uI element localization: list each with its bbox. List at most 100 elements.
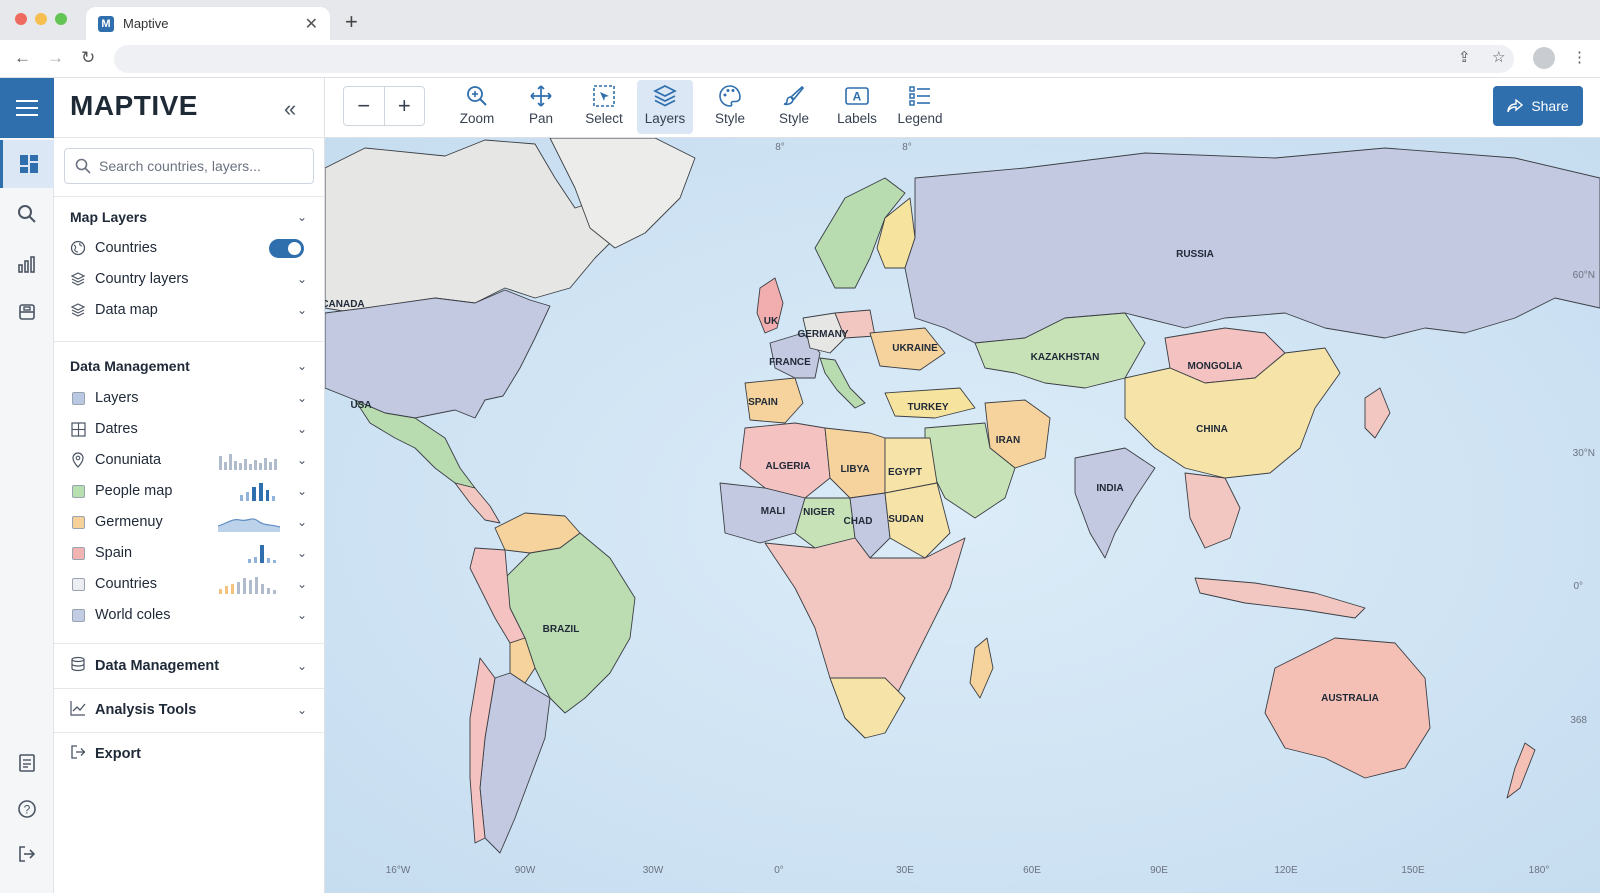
- country-russia[interactable]: [904, 147, 1600, 344]
- data-management-section[interactable]: Data Management ⌄: [70, 653, 310, 679]
- chevron-down-icon[interactable]: ⌄: [294, 608, 310, 622]
- divider: [54, 688, 325, 689]
- bookmark-star-icon[interactable]: ☆: [1492, 48, 1505, 66]
- dm-item-label: Datres: [95, 421, 138, 437]
- chevron-down-icon[interactable]: ⌄: [294, 272, 310, 286]
- dm-item-layers[interactable]: Layers ⌄: [70, 385, 310, 411]
- legend-icon: [909, 86, 930, 106]
- browser-menu-icon[interactable]: ⋮: [1572, 48, 1587, 66]
- browser-chrome: M Maptive ✕ + ← → ↻ ⇪ ☆ ⋮: [0, 0, 1600, 78]
- collapse-panel-icon[interactable]: «: [284, 96, 296, 122]
- swatch: [71, 515, 85, 529]
- saved-maps-icon[interactable]: [0, 288, 54, 336]
- tool-zoom[interactable]: Zoom: [448, 80, 506, 134]
- share-page-icon[interactable]: ⇪: [1458, 48, 1471, 66]
- dm-item-conuniata[interactable]: Conuniata ⌄: [70, 447, 310, 473]
- chevron-down-icon: ⌄: [296, 659, 308, 673]
- grid-icon: [70, 421, 86, 437]
- close-tab-icon[interactable]: ✕: [305, 14, 318, 34]
- dm-item-people-map[interactable]: People map ⌄: [70, 478, 310, 504]
- dm-item-countries[interactable]: Countries ⌄: [70, 571, 310, 597]
- chevron-down-icon[interactable]: ⌄: [294, 546, 310, 560]
- divider: [54, 137, 325, 138]
- address-bar[interactable]: [114, 45, 1514, 73]
- select-icon: [593, 85, 615, 107]
- address-row: ← → ↻ ⇪ ☆ ⋮: [0, 40, 1600, 78]
- dashboard-icon[interactable]: [0, 140, 54, 188]
- back-arrow-icon[interactable]: ←: [14, 48, 31, 68]
- dm-item-germenuy[interactable]: Germenuy ⌄: [70, 509, 310, 535]
- minimize-window-button[interactable]: [35, 13, 47, 25]
- export-button[interactable]: Export: [70, 741, 310, 767]
- dm-item-spain[interactable]: Spain ⌄: [70, 540, 310, 566]
- tool-pan[interactable]: Pan: [512, 80, 570, 134]
- label-turkey: TURKEY: [907, 402, 948, 413]
- bar-chart-icon[interactable]: [0, 240, 54, 288]
- zoom-in-button[interactable]: +: [385, 87, 425, 125]
- chevron-down-icon[interactable]: ⌄: [294, 484, 310, 498]
- layer-country-layers[interactable]: Country layers ⌄: [70, 266, 310, 292]
- lon-label: 16°W: [386, 865, 411, 876]
- share-label: Share: [1531, 98, 1569, 114]
- dm-item-label: Countries: [95, 576, 158, 592]
- search-field[interactable]: [64, 148, 314, 184]
- label-usa: USA: [350, 400, 371, 411]
- label-brazil: BRAZIL: [543, 624, 580, 635]
- search-icon[interactable]: [0, 190, 54, 238]
- brand-logo: MAPTIVE: [70, 90, 198, 121]
- label-canada: CANADA: [325, 299, 365, 310]
- label-france: FRANCE: [769, 357, 811, 368]
- lat-label: 0°: [1573, 581, 1583, 592]
- zoom-out-button[interactable]: −: [344, 87, 385, 125]
- browser-tab[interactable]: M Maptive ✕: [86, 7, 330, 40]
- tool-label: Pan: [528, 111, 554, 126]
- swatch: [71, 546, 85, 560]
- dm-item-world-coles[interactable]: World coles ⌄: [70, 602, 310, 628]
- report-icon[interactable]: [0, 739, 54, 787]
- layer-data-map[interactable]: Data map ⌄: [70, 297, 310, 323]
- lon-label: 60E: [1023, 865, 1041, 876]
- tool-style-brush[interactable]: Style: [765, 80, 823, 134]
- chevron-down-icon[interactable]: ⌄: [294, 422, 310, 436]
- world-map[interactable]: RUSSIA CANADA USA UK GERMANY FRANCE UKRA…: [325, 138, 1600, 893]
- close-window-button[interactable]: [15, 13, 27, 25]
- help-icon[interactable]: ?: [0, 785, 54, 833]
- top-label: 8°: [902, 142, 912, 153]
- search-input[interactable]: [99, 158, 309, 174]
- tool-style-palette[interactable]: Style: [701, 80, 759, 134]
- palette-icon: [719, 85, 741, 107]
- share-button[interactable]: Share: [1493, 86, 1583, 126]
- profile-avatar[interactable]: [1533, 47, 1555, 69]
- tool-labels[interactable]: A Labels: [828, 80, 886, 134]
- lon-label: 90W: [515, 865, 536, 876]
- reload-icon[interactable]: ↻: [81, 48, 95, 68]
- tool-label: Labels: [837, 111, 877, 126]
- hamburger-menu-icon[interactable]: [0, 78, 54, 138]
- data-management-header[interactable]: Data Management ⌄: [70, 354, 310, 378]
- forward-arrow-icon[interactable]: →: [47, 48, 64, 68]
- chevron-down-icon[interactable]: ⌄: [294, 303, 310, 317]
- tool-layers[interactable]: Layers: [637, 80, 693, 134]
- chevron-down-icon[interactable]: ⌄: [294, 391, 310, 405]
- maximize-window-button[interactable]: [55, 13, 67, 25]
- chevron-down-icon[interactable]: ⌄: [294, 515, 310, 529]
- tool-select[interactable]: Select: [575, 80, 633, 134]
- layer-countries[interactable]: Countries: [70, 235, 310, 261]
- map-layers-header[interactable]: Map Layers ⌄: [70, 205, 310, 229]
- chevron-down-icon[interactable]: ⌄: [294, 577, 310, 591]
- tool-legend[interactable]: Legend: [891, 80, 949, 134]
- lat-label: 60°N: [1573, 270, 1595, 281]
- analysis-tools-section[interactable]: Analysis Tools ⌄: [70, 697, 310, 723]
- brush-icon: [783, 85, 805, 106]
- label-iran: IRAN: [996, 435, 1020, 446]
- new-tab-button[interactable]: +: [345, 9, 358, 35]
- dm-item-label: Conuniata: [95, 452, 162, 468]
- sparkline-bars: [240, 483, 275, 501]
- dm-item-datres[interactable]: Datres ⌄: [70, 416, 310, 442]
- zoom-icon: [467, 86, 487, 106]
- logout-icon[interactable]: [0, 830, 54, 878]
- label-libya: LIBYA: [840, 464, 869, 475]
- chevron-down-icon[interactable]: ⌄: [294, 453, 310, 467]
- countries-toggle[interactable]: [269, 238, 304, 258]
- divider: [54, 643, 325, 644]
